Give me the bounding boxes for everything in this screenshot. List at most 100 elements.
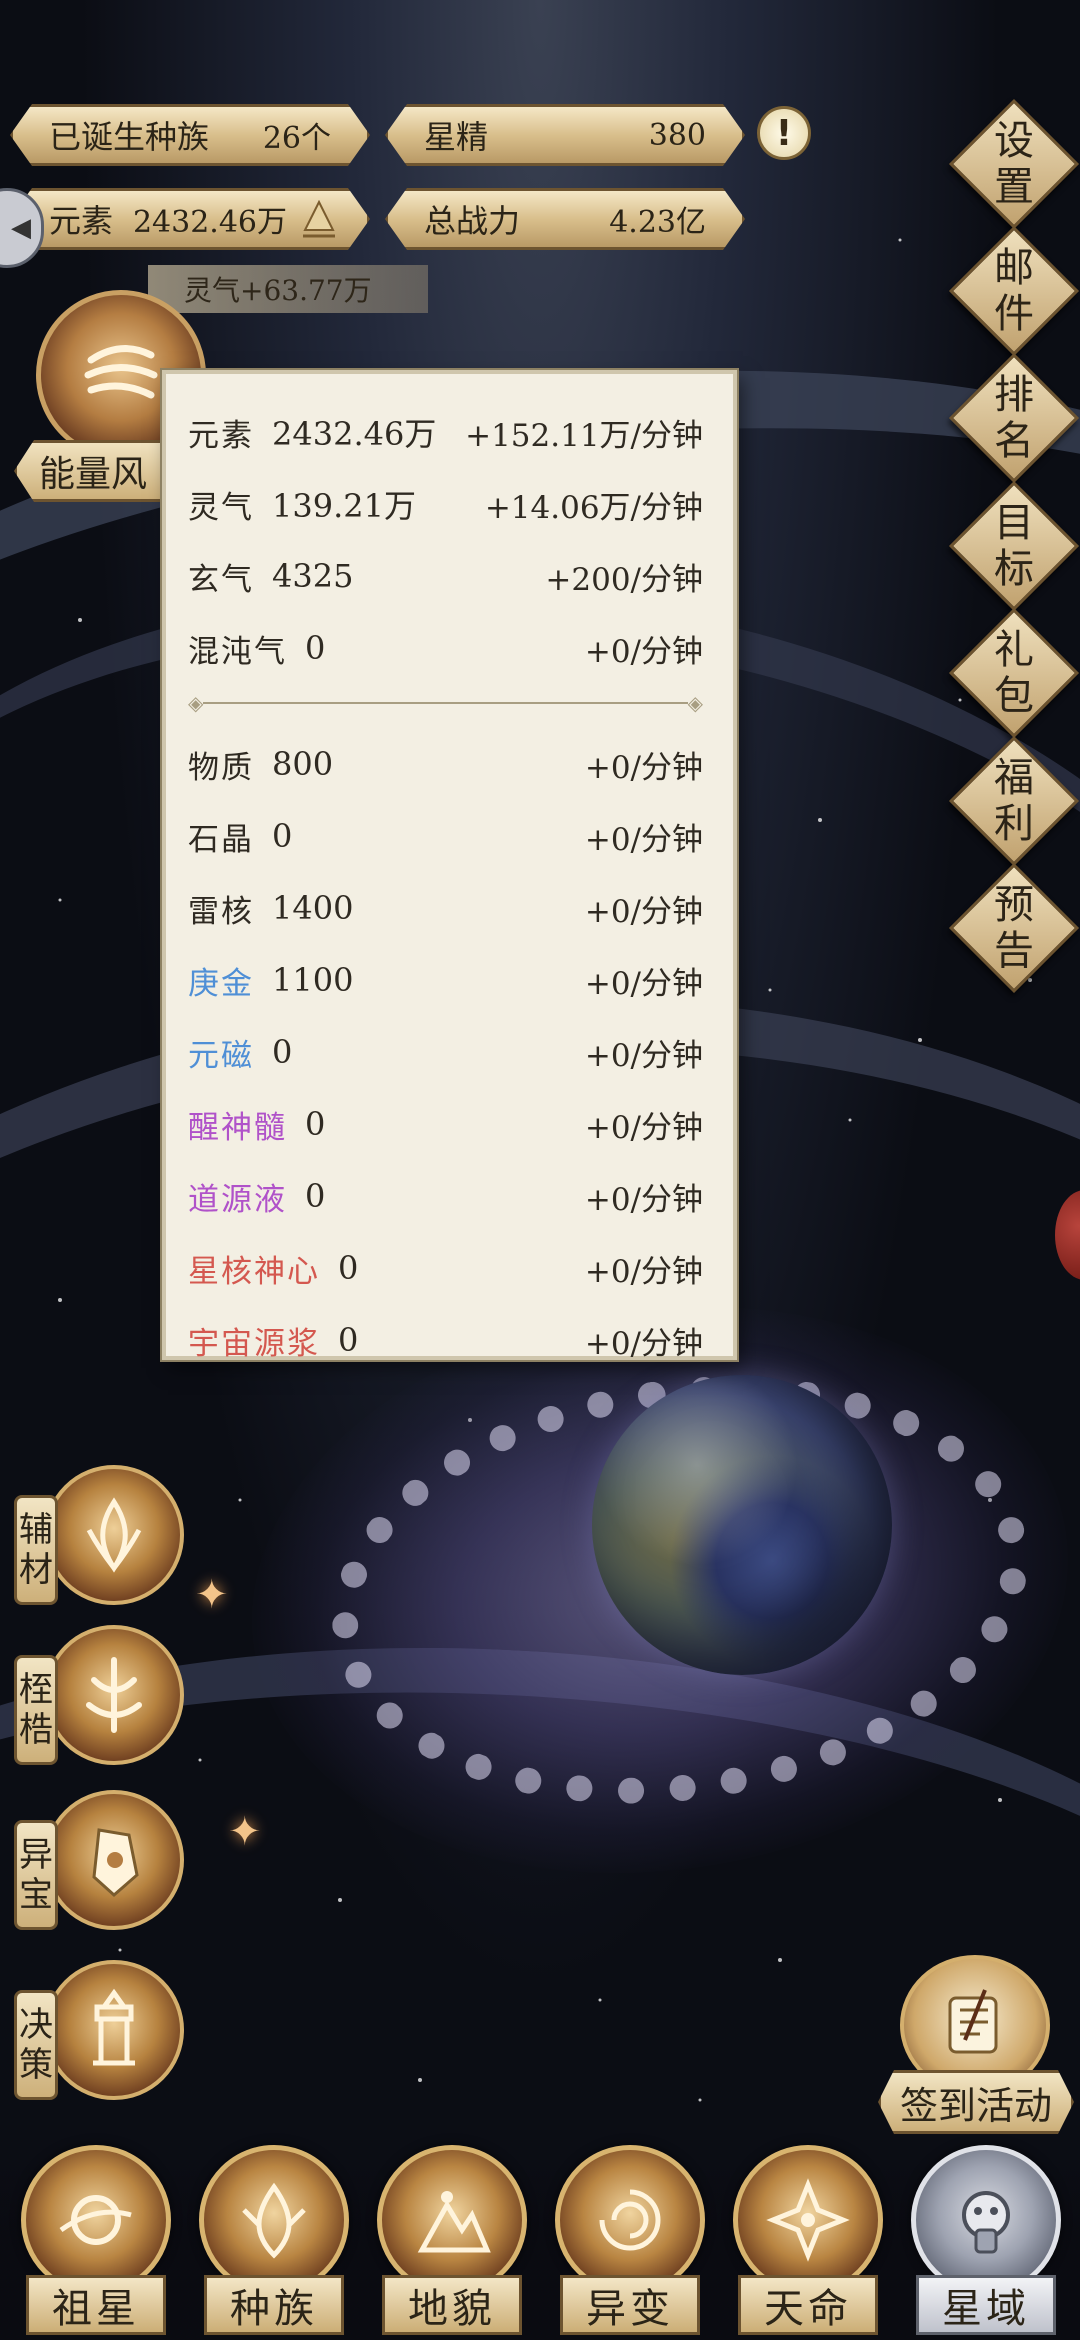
nav-mutation[interactable]: 异变 <box>540 2145 710 2335</box>
resource-rate: +0/分钟 <box>584 965 703 1002</box>
resource-name: 元素 <box>188 417 254 454</box>
resource-name: 道源液 <box>188 1181 287 1218</box>
resource-left: 灵气 139.21万 <box>188 481 416 527</box>
star-essence-value: 380 <box>648 117 706 153</box>
mail-button[interactable]: 邮件 <box>948 225 1080 357</box>
planet[interactable] <box>592 1375 892 1675</box>
nav-label: 地貌 <box>382 2275 522 2335</box>
wind-glyph-icon <box>84 345 158 399</box>
resource-rate: +0/分钟 <box>584 1253 703 1290</box>
nav-ancestor-star[interactable]: 祖星 <box>6 2145 176 2335</box>
resource-row: 道源液 0 +0/分钟 <box>188 1160 703 1232</box>
resource-value: 0 <box>338 1249 359 1287</box>
treasure-button[interactable]: 异宝 <box>14 1790 184 1940</box>
settings-button[interactable]: 设置 <box>948 98 1080 230</box>
races-pill[interactable]: 已诞生种族 26个 <box>10 104 370 166</box>
resource-name: 灵气 <box>188 489 254 526</box>
resource-rate: +0/分钟 <box>584 1325 703 1362</box>
resource-row: 物质 800 +0/分钟 <box>188 728 703 800</box>
resource-name: 星核神心 <box>188 1253 320 1290</box>
resource-value: 0 <box>305 629 326 667</box>
resource-value: 1400 <box>272 889 354 927</box>
resource-rate: +0/分钟 <box>584 1037 703 1074</box>
star-essence-pill[interactable]: 星精 380 <box>385 104 745 166</box>
divider-ornament-icon: ◈ <box>687 691 703 715</box>
goal-button[interactable]: 目标 <box>948 480 1080 612</box>
energy-wind-label[interactable]: 能量风 <box>14 440 184 502</box>
treasure-icon <box>44 1790 184 1930</box>
races-label: 已诞生种族 <box>49 118 210 156</box>
resource-row: 元磁 0 +0/分钟 <box>188 1016 703 1088</box>
decision-button[interactable]: 决策 <box>14 1960 184 2110</box>
resource-row: 石晶 0 +0/分钟 <box>188 800 703 872</box>
preview-button[interactable]: 预告 <box>948 862 1080 994</box>
resource-rate: +14.06万/分钟 <box>484 489 703 526</box>
power-label: 总战力 <box>424 202 521 240</box>
element-value: 2432.46万 <box>132 205 287 240</box>
shackles-icon <box>44 1625 184 1765</box>
resource-left: 道源液 0 <box>188 1174 325 1219</box>
resource-row: 醒神髓 0 +0/分钟 <box>188 1088 703 1160</box>
preview-label: 预告 <box>994 882 1034 974</box>
lingqi-gain-tip: 灵气+63.77万 <box>148 265 428 313</box>
checkin-event-button[interactable]: 签到活动 <box>878 2070 1074 2134</box>
scroll-glyph-icon <box>948 1989 998 2054</box>
nav-terrain[interactable]: 地貌 <box>362 2145 532 2335</box>
resource-name: 石晶 <box>188 821 254 858</box>
resource-name: 混沌气 <box>188 633 287 670</box>
resource-row: 庚金 1100 +0/分钟 <box>188 944 703 1016</box>
resource-name: 玄气 <box>188 561 254 598</box>
nav-destiny[interactable]: 天命 <box>718 2145 888 2335</box>
nav-label: 星域 <box>916 2275 1056 2335</box>
terrain-icon <box>377 2145 527 2295</box>
resource-value: 0 <box>272 817 293 855</box>
settings-label: 设置 <box>994 118 1034 210</box>
resource-value: 1100 <box>272 961 354 999</box>
divider: ◈ ◈ <box>188 690 703 716</box>
shackles-button[interactable]: 桎梏 <box>14 1625 184 1775</box>
resource-rate: +0/分钟 <box>584 1181 703 1218</box>
nav-label: 异变 <box>560 2275 700 2335</box>
alert-icon[interactable]: ! <box>757 106 811 160</box>
resource-rate: +200/分钟 <box>545 561 703 598</box>
auxiliary-material-label: 辅材 <box>14 1495 58 1605</box>
shackles-label: 桎梏 <box>14 1655 58 1765</box>
material-resource-list: 物质 800 +0/分钟 石晶 0 +0/分钟 雷核 1400 +0/分钟 庚金 1100 +0/分钟… <box>188 728 703 1376</box>
upgrade-arrow-icon[interactable] <box>299 200 339 240</box>
gift-pack-button[interactable]: 礼包 <box>948 607 1080 739</box>
resource-rate: +0/分钟 <box>584 821 703 858</box>
resource-left: 玄气 4325 <box>188 554 353 599</box>
resource-left: 石晶 0 <box>188 814 292 859</box>
resource-name: 物质 <box>188 749 254 786</box>
resource-name: 醒神髓 <box>188 1109 287 1146</box>
sparkle-icon: ✦ <box>195 1572 229 1618</box>
nav-star-domain[interactable]: 星域 <box>896 2145 1066 2335</box>
mail-label: 邮件 <box>994 245 1034 337</box>
resource-row: 灵气 139.21万 +14.06万/分钟 <box>188 468 703 540</box>
treasure-label: 异宝 <box>14 1820 58 1930</box>
resource-name: 庚金 <box>188 965 254 1002</box>
nav-label: 种族 <box>204 2275 344 2335</box>
ranking-button[interactable]: 排名 <box>948 352 1080 484</box>
welfare-button[interactable]: 福利 <box>948 735 1080 867</box>
total-power-pill[interactable]: 总战力 4.23亿 <box>385 188 745 250</box>
nav-race[interactable]: 种族 <box>184 2145 354 2335</box>
resource-rate: +0/分钟 <box>584 749 703 786</box>
resource-value: 0 <box>305 1105 326 1143</box>
resource-value: 800 <box>272 745 334 783</box>
resource-rate: +0/分钟 <box>584 633 703 670</box>
auxiliary-material-icon <box>44 1465 184 1605</box>
welfare-label: 福利 <box>994 755 1034 847</box>
resource-row: 宇宙源浆 0 +0/分钟 <box>188 1304 703 1376</box>
auxiliary-material-button[interactable]: 辅材 <box>14 1465 184 1615</box>
decision-label: 决策 <box>14 1990 58 2100</box>
mutation-icon <box>555 2145 705 2295</box>
chevron-icon: ◀ <box>11 213 31 243</box>
element-pill[interactable]: 元素 2432.46万 <box>10 188 370 250</box>
primary-resource-list: 元素 2432.46万 +152.11万/分钟 灵气 139.21万 +14.06万/分钟… <box>188 396 703 684</box>
resource-rate: +0/分钟 <box>584 1109 703 1146</box>
resource-value: 2432.46万 <box>272 415 437 453</box>
resource-left: 混沌气 0 <box>188 626 325 671</box>
resource-popup: 元素 2432.46万 +152.11万/分钟 灵气 139.21万 +14.06万/分钟… <box>162 370 737 1362</box>
resource-left: 庚金 1100 <box>188 958 353 1003</box>
